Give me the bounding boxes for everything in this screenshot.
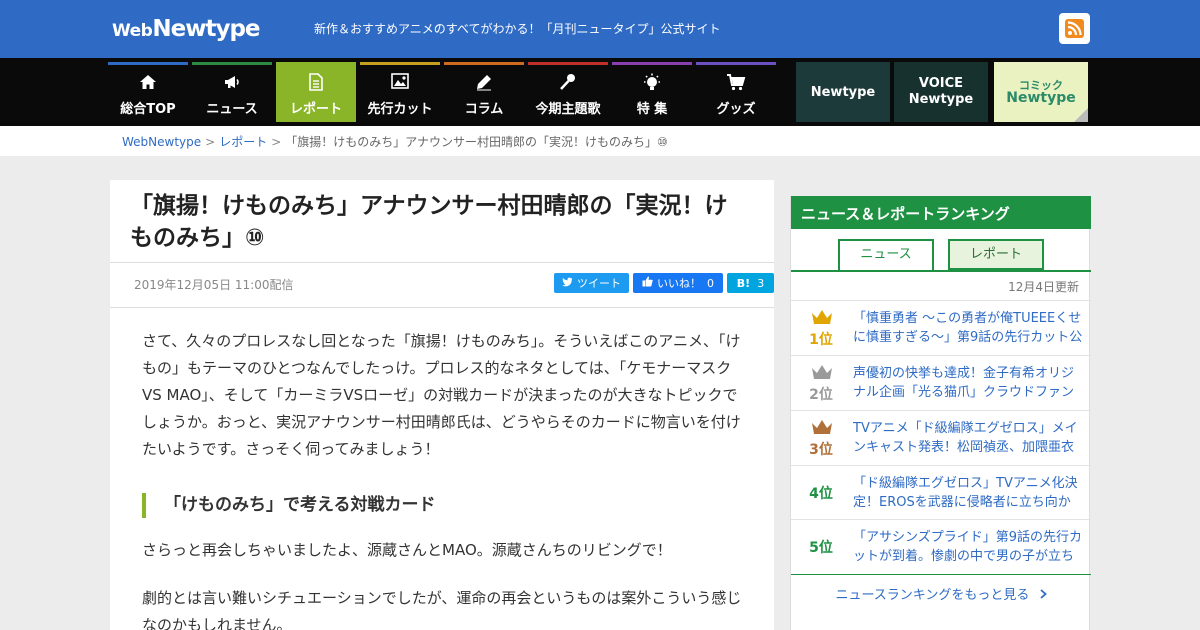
nav-item-news[interactable]: ニュース <box>192 62 272 122</box>
ranking-item-4[interactable]: 4位 「ド級編隊エグゼロス」TVアニメ化決定！EROSを武器に侵略者に立ち向かう <box>791 465 1091 520</box>
microphone-icon <box>528 73 608 93</box>
thumbs-up-icon <box>642 276 653 290</box>
article-title: 「旗揚！けものみち」アナウンサー村田晴郎の「実況！けものみち」⑩ <box>130 193 728 251</box>
page-curl-decoration <box>1074 108 1088 122</box>
ranking-item-1[interactable]: 1位 「慎重勇者 ～この勇者が俺TUEEEくせに慎重すぎる～」第9話の先行カット… <box>791 300 1091 355</box>
silver-crown-icon <box>811 364 833 384</box>
nav-item-feature[interactable]: 特 集 <box>612 62 692 122</box>
divider <box>110 307 774 308</box>
comic-newtype-link[interactable]: コミック Newtype <box>994 62 1088 122</box>
ranking-widget: ニュース＆レポートランキング ニュース レポート 12月4日更新 1位 「慎重勇… <box>790 196 1091 630</box>
breadcrumb-home[interactable]: WebNewtype <box>122 135 201 149</box>
section-heading: 「けものみち」で考える対戦カード <box>142 493 744 518</box>
nav-item-song[interactable]: 今期主題歌 <box>528 62 608 122</box>
facebook-like-button[interactable]: いいね！ 0 <box>633 273 723 293</box>
nav-item-cut[interactable]: 先行カット <box>360 62 440 122</box>
megaphone-icon <box>192 73 272 93</box>
breadcrumb: WebNewtype > レポート > 「旗揚！けものみち」アナウンサー村田晴郎の「実況… <box>122 135 668 149</box>
ranking-item-3[interactable]: 3位 TVアニメ「ド級編隊エグゼロス」メインキャスト発表！松岡禎丞、加隈亜衣ほか <box>791 410 1091 465</box>
rank-number: 2位 <box>809 387 833 403</box>
rank-number: 4位 <box>809 486 833 502</box>
cart-icon <box>696 73 776 93</box>
rank-link[interactable]: 声優初の快挙も達成！金子有希オリジナル企画「光る猫爪」クラウドファンディング <box>853 364 1083 402</box>
site-tagline: 新作＆おすすめアニメのすべてがわかる！「月刊ニュータイプ」公式サイト <box>314 22 721 36</box>
paragraph: 劇的とは言い難いシチュエーションでしたが、運命の再会というものは案外こういう感じ… <box>142 589 742 630</box>
nav-item-top[interactable]: 総合TOP <box>108 62 188 122</box>
hatena-icon: B! <box>736 276 751 290</box>
paragraph: さらっと再会しちゃいましたよ、源蔵さんとMAO。源蔵さんちのリビングで！ <box>142 541 672 559</box>
rank-link[interactable]: 「ド級編隊エグゼロス」TVアニメ化決定！EROSを武器に侵略者に立ち向かう <box>853 474 1083 512</box>
breadcrumb-section[interactable]: レポート <box>219 135 267 149</box>
bronze-crown-icon <box>811 419 833 439</box>
main-nav: 総合TOP ニュース レポート 先行カット コラム 今期主題歌 特 集 グッズ … <box>0 58 1200 126</box>
article: 「旗揚！けものみち」アナウンサー村田晴郎の「実況！けものみち」⑩ 2019年12… <box>110 180 774 630</box>
ranking-item-5[interactable]: 5位 「アサシンズプライド」第9話の先行カットが到着。惨劇の中で男の子が立ち上が… <box>791 519 1091 574</box>
rank-number: 3位 <box>809 442 833 458</box>
rank-link[interactable]: 「慎重勇者 ～この勇者が俺TUEEEくせに慎重すぎる～」第9話の先行カット公開 <box>853 309 1083 347</box>
newtype-magazine-link[interactable]: Newtype <box>796 62 890 122</box>
ranking-item-2[interactable]: 2位 声優初の快挙も達成！金子有希オリジナル企画「光る猫爪」クラウドファンディン… <box>791 355 1091 410</box>
tweet-button[interactable]: ツイート <box>554 273 629 293</box>
chevron-right-icon <box>1039 588 1047 603</box>
tab-news[interactable]: ニュース <box>838 239 934 270</box>
rank-number: 5位 <box>809 540 833 556</box>
nav-item-goods[interactable]: グッズ <box>696 62 776 122</box>
ranking-updated: 12月4日更新 <box>1008 280 1079 294</box>
rank-link[interactable]: 「アサシンズプライド」第9話の先行カットが到着。惨劇の中で男の子が立ち上がる <box>853 528 1083 566</box>
nav-item-column[interactable]: コラム <box>444 62 524 122</box>
lightbulb-icon <box>612 73 692 93</box>
ranking-bottom-rule <box>791 574 1091 575</box>
rss-button[interactable] <box>1059 13 1090 44</box>
article-date: 2019年12月05日 11:00配信 <box>134 278 294 292</box>
hatena-bookmark-button[interactable]: B! 3 <box>727 273 774 293</box>
ranking-title: ニュース＆レポートランキング <box>791 196 1091 229</box>
home-icon <box>108 73 188 93</box>
more-ranking-link[interactable]: ニュースランキングをもっと見る <box>791 584 1091 603</box>
rank-link[interactable]: TVアニメ「ド級編隊エグゼロス」メインキャスト発表！松岡禎丞、加隈亜衣ほか <box>853 419 1083 457</box>
voice-newtype-link[interactable]: VOICE Newtype <box>894 62 988 122</box>
twitter-bird-icon <box>562 277 573 290</box>
rss-icon <box>1065 19 1084 38</box>
paragraph: さて、久々のプロレスなし回となった「旗揚！けものみち」。そういえばこのアニメ、「… <box>142 332 741 458</box>
rank-number: 1位 <box>809 332 833 348</box>
breadcrumb-bar: WebNewtype > レポート > 「旗揚！けものみち」アナウンサー村田晴郎の「実況… <box>0 126 1200 156</box>
pen-icon <box>444 73 524 93</box>
breadcrumb-current: 「旗揚！けものみち」アナウンサー村田晴郎の「実況！けものみち」⑩ <box>285 135 668 149</box>
site-logo[interactable]: WebNewtype <box>112 16 261 42</box>
image-icon <box>360 73 440 93</box>
document-icon <box>276 73 356 93</box>
site-header: WebNewtype 新作＆おすすめアニメのすべてがわかる！「月刊ニュータイプ」… <box>0 0 1200 58</box>
gold-crown-icon <box>811 309 833 329</box>
tab-report[interactable]: レポート <box>948 239 1044 270</box>
nav-item-report[interactable]: レポート <box>276 62 356 122</box>
tab-underline <box>791 270 1091 272</box>
divider <box>110 262 774 263</box>
